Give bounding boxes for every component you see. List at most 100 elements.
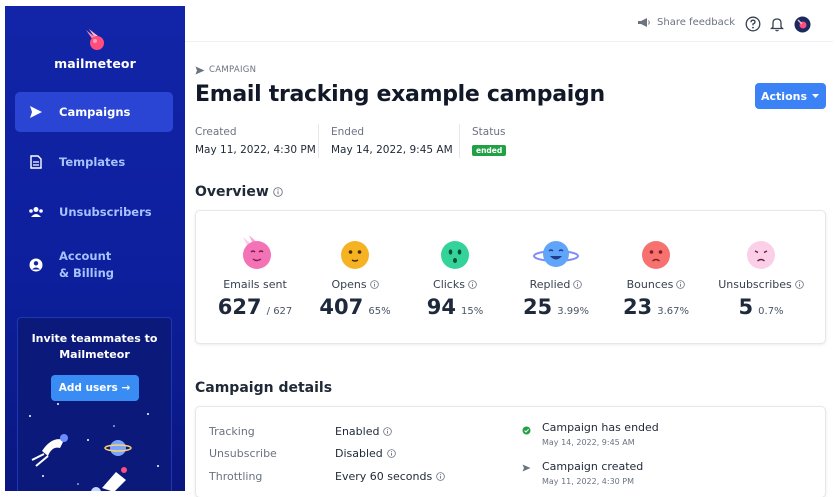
sidebar-item-unsubscribers[interactable]: Unsubscribers	[15, 192, 173, 232]
actions-button[interactable]: Actions	[755, 83, 826, 109]
space-illustration-icon	[29, 403, 159, 491]
send-icon	[27, 103, 45, 121]
campaign-details-heading: Campaign details	[195, 380, 332, 396]
stat-label-text: Bounces	[626, 278, 674, 291]
meta-ended: Ended May 14, 2022, 9:45 AM	[331, 126, 453, 156]
help-icon[interactable]	[745, 16, 761, 32]
stat-sub: 3.67%	[657, 306, 690, 317]
page-title: Email tracking example campaign	[195, 82, 605, 107]
happy-face-icon	[243, 235, 271, 269]
timeline-date: May 14, 2022, 9:45 AM	[542, 438, 635, 447]
info-icon[interactable]	[383, 427, 393, 436]
sad-face-icon	[642, 241, 670, 269]
stat-bounces: Bounces 23 3.67%	[606, 233, 706, 319]
created-value: May 11, 2022, 4:30 PM	[195, 144, 316, 156]
detail-label: Throttling	[209, 470, 263, 483]
stat-label: Clicks	[405, 278, 505, 291]
breadcrumb[interactable]: CAMPAIGN	[195, 65, 256, 75]
megaphone-icon	[638, 18, 650, 27]
detail-value-text: Disabled	[335, 447, 383, 460]
topbar: Share feedback	[185, 6, 833, 42]
invite-title: Invite teammates to Mailmeteor	[31, 332, 158, 361]
sidebar-item-account-billing[interactable]: Account & Billing	[15, 242, 173, 288]
timeline-date: May 11, 2022, 4:30 PM	[542, 477, 635, 486]
sidebar-item-label-line1: Account	[59, 249, 112, 263]
overview-heading: Overview	[195, 184, 283, 200]
breadcrumb-label: CAMPAIGN	[209, 65, 257, 75]
info-icon[interactable]	[468, 280, 477, 289]
stat-value: 25	[522, 295, 553, 319]
neutral-face-icon	[341, 241, 369, 269]
campaign-details-card: Tracking Enabled Unsubscribe Disabled Th…	[195, 406, 826, 497]
stat-emails-sent: Emails sent 627 / 627	[205, 233, 305, 319]
frowning-face-icon	[747, 241, 775, 269]
overview-card: Emails sent 627 / 627 Opens 407 65% Clic…	[195, 210, 826, 344]
detail-label: Unsubscribe	[209, 447, 277, 460]
stat-clicks: Clicks 94 15%	[405, 233, 505, 319]
surprised-face-icon	[441, 241, 469, 269]
stat-sub: 65%	[368, 306, 391, 317]
info-icon[interactable]	[387, 449, 396, 458]
stat-label-text: Unsubscribes	[718, 278, 792, 291]
invite-card: Invite teammates to Mailmeteor Add users…	[17, 317, 172, 491]
timeline-title: Campaign has ended	[542, 421, 659, 434]
detail-value: Disabled	[335, 447, 396, 460]
stat-label-text: Opens	[331, 278, 367, 291]
stat-label: Bounces	[606, 278, 706, 291]
detail-label: Tracking	[209, 425, 255, 438]
stat-unsubscribes: Unsubscribes 5 0.7%	[706, 233, 816, 319]
stat-label: Opens	[305, 278, 405, 291]
stat-label: Emails sent	[205, 278, 305, 291]
info-icon[interactable]	[573, 280, 583, 289]
actions-label: Actions	[761, 89, 807, 103]
detail-value-text: Enabled	[335, 425, 380, 438]
info-icon[interactable]	[369, 280, 379, 289]
stat-value: 407	[319, 295, 364, 319]
overview-title: Overview	[195, 184, 269, 200]
stat-replied: Replied 25 3.99%	[506, 233, 606, 319]
sidebar-item-label: Unsubscribers	[59, 204, 152, 219]
stat-value: 5	[738, 295, 754, 319]
created-label: Created	[195, 126, 237, 138]
campaign-details-title: Campaign details	[195, 380, 333, 396]
user-circle-icon	[27, 256, 45, 274]
share-feedback-label: Share feedback	[657, 17, 735, 28]
info-icon[interactable]	[436, 472, 445, 481]
meta-divider	[318, 124, 319, 158]
brand[interactable]: mailmeteor	[5, 28, 185, 71]
stat-value: 23	[622, 295, 653, 319]
info-icon[interactable]	[794, 280, 804, 289]
detail-value: Enabled	[335, 425, 393, 438]
stat-label: Replied	[506, 278, 606, 291]
ended-value: May 14, 2022, 9:45 AM	[331, 144, 453, 156]
sidebar-item-campaigns[interactable]: Campaigns	[15, 92, 173, 132]
stat-label-text: Emails sent	[223, 278, 287, 291]
info-icon[interactable]	[676, 280, 686, 289]
meta-created: Created May 11, 2022, 4:30 PM	[195, 126, 316, 156]
status-label: Status	[472, 126, 506, 138]
brand-name: mailmeteor	[54, 56, 136, 71]
sidebar-nav: Campaigns Templates Unsubscribers Accoun…	[15, 92, 173, 298]
document-icon	[27, 153, 45, 171]
status-badge: ended	[472, 145, 507, 156]
share-feedback-button[interactable]: Share feedback	[637, 17, 735, 28]
stat-label-text: Clicks	[433, 278, 465, 291]
stat-sub: 15%	[461, 306, 484, 317]
meta-divider	[459, 124, 460, 158]
send-icon	[195, 66, 205, 74]
sidebar-item-templates[interactable]: Templates	[15, 142, 173, 182]
meta-status: Status ended	[472, 126, 507, 157]
info-icon[interactable]	[273, 187, 283, 197]
stat-sub: / 627	[266, 306, 293, 317]
users-icon	[27, 203, 45, 221]
sidebar-item-label: Templates	[59, 154, 126, 169]
stat-label-text: Replied	[529, 278, 571, 291]
check-circle-icon	[522, 426, 531, 435]
bell-icon[interactable]	[770, 16, 784, 32]
avatar[interactable]	[794, 16, 811, 33]
stat-sub: 3.99%	[557, 306, 590, 317]
stat-opens: Opens 407 65%	[305, 233, 405, 319]
sidebar: mailmeteor Campaigns Templates Unsubscri…	[5, 6, 185, 491]
chevron-down-icon	[812, 94, 819, 98]
ended-label: Ended	[331, 126, 365, 138]
